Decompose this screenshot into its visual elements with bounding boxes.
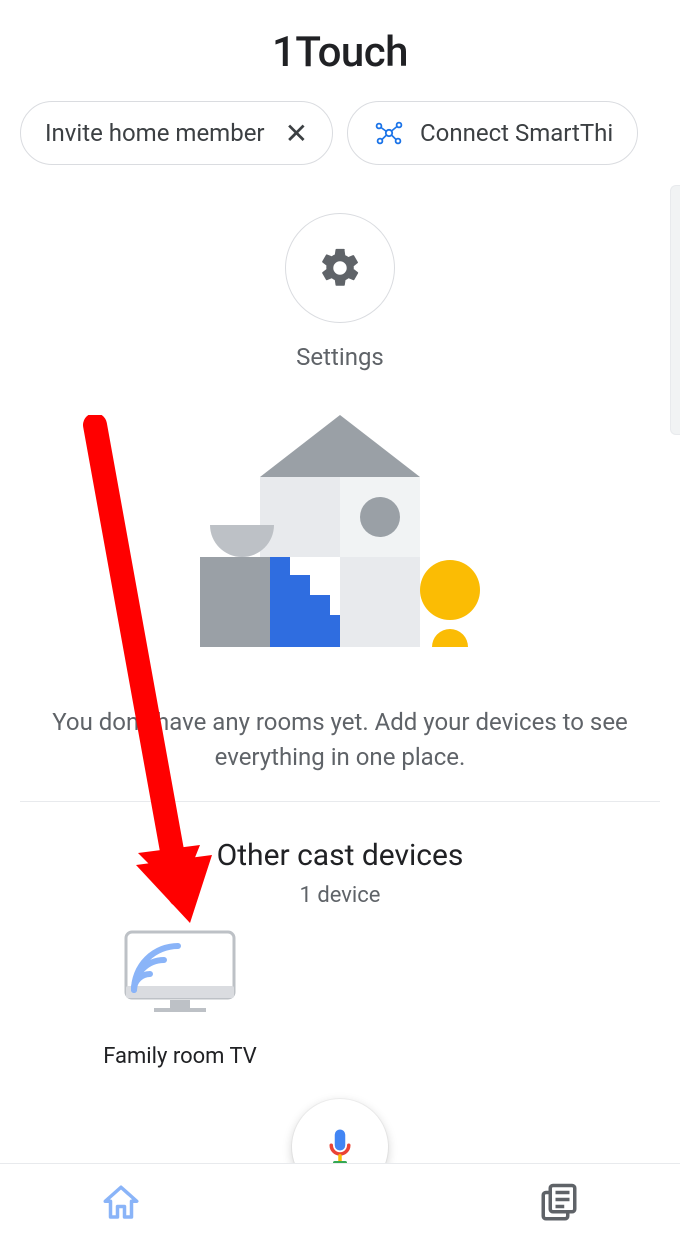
home-icon — [100, 1182, 142, 1224]
mic-icon — [319, 1126, 361, 1168]
invite-member-label: Invite home member — [45, 119, 265, 147]
smartthings-icon — [372, 116, 406, 150]
invite-member-chip[interactable]: Invite home member ✕ — [20, 101, 333, 165]
settings-shortcut[interactable]: Settings — [0, 213, 680, 371]
section-divider — [20, 801, 660, 802]
device-name: Family room TV — [103, 1044, 257, 1069]
gear-icon — [285, 213, 395, 323]
empty-rooms-message: You don't have any rooms yet. Add your d… — [0, 665, 680, 801]
other-cast-devices-header: Other cast devices 1 device — [0, 838, 680, 908]
section-title: Other cast devices — [0, 838, 680, 873]
cast-device-item[interactable]: Family room TV — [80, 928, 280, 1069]
cast-tv-icon — [120, 928, 240, 1022]
suggestion-chips-row: Invite home member ✕ Connect SmartThi — [0, 101, 680, 165]
section-subtitle: 1 device — [0, 883, 680, 908]
connect-smartthings-chip[interactable]: Connect SmartThi — [347, 101, 638, 165]
settings-label: Settings — [296, 343, 384, 371]
connect-smartthings-label: Connect SmartThi — [420, 119, 613, 147]
scroll-handle[interactable] — [670, 185, 680, 435]
nav-home-tab[interactable] — [100, 1182, 142, 1228]
feed-icon — [538, 1182, 580, 1224]
close-icon[interactable]: ✕ — [285, 117, 308, 150]
bottom-nav — [0, 1163, 680, 1245]
home-illustration — [0, 415, 680, 665]
page-title: 1Touch — [0, 0, 680, 101]
nav-feed-tab[interactable] — [538, 1182, 580, 1228]
